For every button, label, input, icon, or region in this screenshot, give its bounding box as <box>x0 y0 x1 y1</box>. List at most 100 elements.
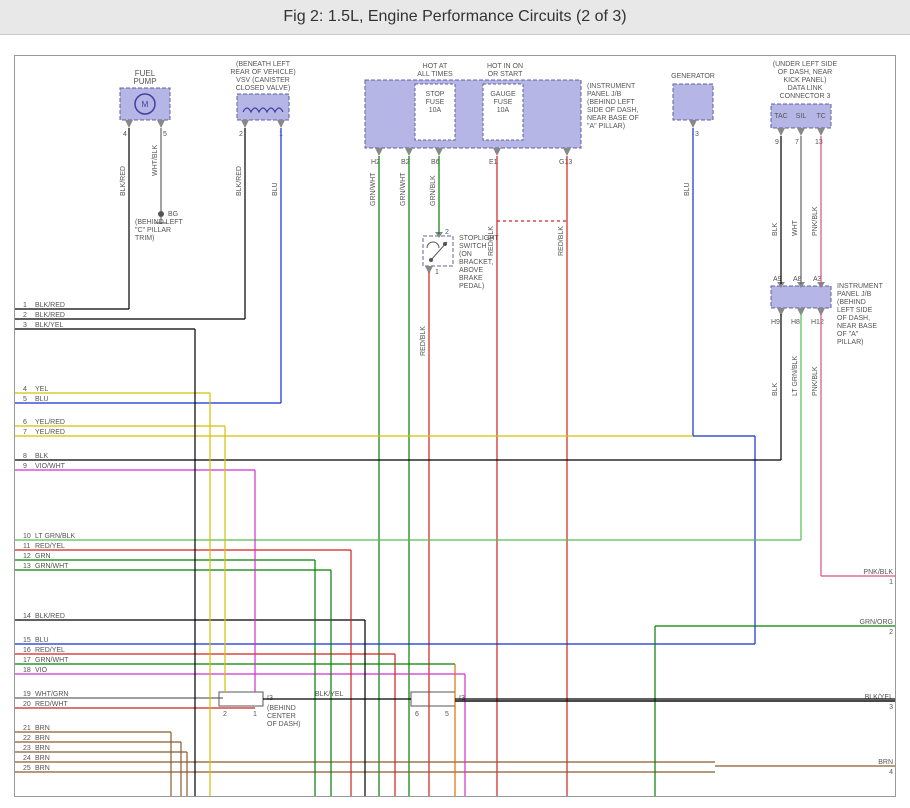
bg-ground: BG(BEHIND LEFT"C" PILLARTRIM) <box>135 211 184 242</box>
svg-text:15: 15 <box>23 637 31 644</box>
svg-text:2: 2 <box>239 131 243 138</box>
svg-text:16: 16 <box>23 647 31 654</box>
svg-text:BLU: BLU <box>272 182 279 196</box>
svg-text:25: 25 <box>23 765 31 772</box>
svg-text:GRN: GRN <box>35 553 51 560</box>
svg-text:10: 10 <box>23 533 31 540</box>
svg-text:3: 3 <box>695 131 699 138</box>
svg-text:PNK/BLK: PNK/BLK <box>812 366 819 396</box>
svg-text:BLK/RED: BLK/RED <box>120 166 127 196</box>
svg-text:YEL/RED: YEL/RED <box>35 419 65 426</box>
svg-text:B6: B6 <box>431 159 440 166</box>
svg-text:6: 6 <box>415 711 419 718</box>
svg-text:GRN/ORG: GRN/ORG <box>860 619 893 626</box>
svg-text:3: 3 <box>23 322 27 329</box>
svg-text:BLU: BLU <box>684 182 691 196</box>
svg-text:LT GRN/BLK: LT GRN/BLK <box>792 355 799 396</box>
svg-text:5: 5 <box>23 396 27 403</box>
svg-text:HOT ATALL TIMES: HOT ATALL TIMES <box>417 63 453 78</box>
svg-text:RED/WHT: RED/WHT <box>35 701 68 708</box>
svg-text:1: 1 <box>435 269 439 276</box>
svg-text:2: 2 <box>23 312 27 319</box>
wiring-diagram: FUELPUMP M 4 5 (BENEATH LEFTREAR OF VEHI… <box>14 55 896 797</box>
svg-text:BLK/RED: BLK/RED <box>35 613 65 620</box>
i3-connector-right: I3 65 <box>411 692 465 718</box>
svg-text:RED/BLK: RED/BLK <box>488 226 495 256</box>
svg-text:1: 1 <box>23 302 27 309</box>
svg-text:13: 13 <box>23 563 31 570</box>
svg-text:YEL: YEL <box>35 386 48 393</box>
svg-text:(INSTRUMENTPANEL J/B(BEHIND LE: (INSTRUMENTPANEL J/B(BEHIND LEFTSIDE OF … <box>587 83 639 130</box>
svg-text:GRN/WHT: GRN/WHT <box>35 563 69 570</box>
svg-text:BLK/YEL: BLK/YEL <box>315 691 344 698</box>
svg-text:2: 2 <box>445 229 449 236</box>
fuse-block: HOT ATALL TIMES HOT IN ONOR START STOPFU… <box>365 63 639 166</box>
svg-text:19: 19 <box>23 691 31 698</box>
svg-text:H12: H12 <box>811 319 824 326</box>
svg-text:G13: G13 <box>559 159 572 166</box>
svg-text:24: 24 <box>23 755 31 762</box>
svg-text:GRN/BLK: GRN/BLK <box>430 175 437 206</box>
fuel-pump-component: FUELPUMP M 4 5 <box>120 69 170 138</box>
svg-text:RED/BLK: RED/BLK <box>558 226 565 256</box>
svg-text:H9: H9 <box>771 319 780 326</box>
i3-connector-left: I3 (BEHINDCENTEROF DASH) 21 <box>219 692 300 728</box>
svg-text:1: 1 <box>889 579 893 586</box>
svg-text:A8: A8 <box>793 276 802 283</box>
svg-text:4: 4 <box>123 131 127 138</box>
right-wire-group: PNK/BLK1GRN/ORG2BLK/YEL3BRN4 <box>455 569 895 776</box>
svg-text:B2: B2 <box>401 159 410 166</box>
svg-text:BRN: BRN <box>35 755 50 762</box>
svg-text:E1: E1 <box>489 159 498 166</box>
svg-text:GRN/WHT: GRN/WHT <box>35 657 69 664</box>
svg-text:7: 7 <box>23 429 27 436</box>
svg-text:BLK: BLK <box>35 453 49 460</box>
svg-text:H8: H8 <box>791 319 800 326</box>
svg-text:(UNDER LEFT SIDEOF DASH, NEARK: (UNDER LEFT SIDEOF DASH, NEARKICK PANEL)… <box>773 61 838 100</box>
svg-text:2: 2 <box>889 629 893 636</box>
svg-text:TAC: TAC <box>774 113 787 120</box>
svg-text:23: 23 <box>23 745 31 752</box>
svg-text:WHT/BLK: WHT/BLK <box>152 145 159 176</box>
svg-text:GRN/WHT: GRN/WHT <box>370 172 377 206</box>
svg-text:HOT IN ONOR START: HOT IN ONOR START <box>487 63 523 78</box>
svg-text:A9: A9 <box>773 276 782 283</box>
svg-text:4: 4 <box>23 386 27 393</box>
svg-text:17: 17 <box>23 657 31 664</box>
page-title: Fig 2: 1.5L, Engine Performance Circuits… <box>0 0 910 35</box>
svg-text:GENERATOR: GENERATOR <box>671 73 715 80</box>
svg-text:8: 8 <box>23 453 27 460</box>
svg-text:BLU: BLU <box>35 396 49 403</box>
svg-text:14: 14 <box>23 613 31 620</box>
svg-text:BLK/RED: BLK/RED <box>35 312 65 319</box>
svg-text:1: 1 <box>253 711 257 718</box>
svg-text:BRN: BRN <box>35 765 50 772</box>
jb2-component: A9A8A3 H9H8H12 INSTRUMENTPANEL J/B(BEHIN… <box>771 276 884 346</box>
svg-text:RED/BLK: RED/BLK <box>420 326 427 356</box>
svg-text:(BENEATH LEFTREAR OF VEHICLE)V: (BENEATH LEFTREAR OF VEHICLE)VSV (CANIST… <box>230 61 295 92</box>
svg-text:SIL: SIL <box>796 113 807 120</box>
svg-text:WHT/GRN: WHT/GRN <box>35 691 68 698</box>
fuel-pump-label: FUELPUMP <box>133 69 156 86</box>
svg-text:7: 7 <box>795 139 799 146</box>
svg-text:BRN: BRN <box>35 745 50 752</box>
svg-text:PNK/BLK: PNK/BLK <box>863 569 893 576</box>
svg-text:5: 5 <box>163 131 167 138</box>
dlc-component: (UNDER LEFT SIDEOF DASH, NEARKICK PANEL)… <box>771 61 838 146</box>
svg-text:18: 18 <box>23 667 31 674</box>
svg-text:M: M <box>142 100 149 109</box>
svg-text:INSTRUMENTPANEL J/B(BEHINDLEFT: INSTRUMENTPANEL J/B(BEHINDLEFT SIDEOF DA… <box>837 283 884 346</box>
svg-text:11: 11 <box>23 543 30 550</box>
svg-text:BRN: BRN <box>35 735 50 742</box>
svg-text:VIO/WHT: VIO/WHT <box>35 463 66 470</box>
svg-text:BRN: BRN <box>35 725 50 732</box>
svg-text:BLK/RED: BLK/RED <box>35 302 65 309</box>
svg-text:BLU: BLU <box>35 637 49 644</box>
svg-text:9: 9 <box>775 139 779 146</box>
svg-text:(BEHINDCENTEROF DASH): (BEHINDCENTEROF DASH) <box>267 705 300 728</box>
svg-text:13: 13 <box>815 139 823 146</box>
svg-text:BRN: BRN <box>878 759 893 766</box>
svg-text:RED/YEL: RED/YEL <box>35 543 65 550</box>
svg-text:21: 21 <box>23 725 31 732</box>
svg-text:PNK/BLK: PNK/BLK <box>812 206 819 236</box>
